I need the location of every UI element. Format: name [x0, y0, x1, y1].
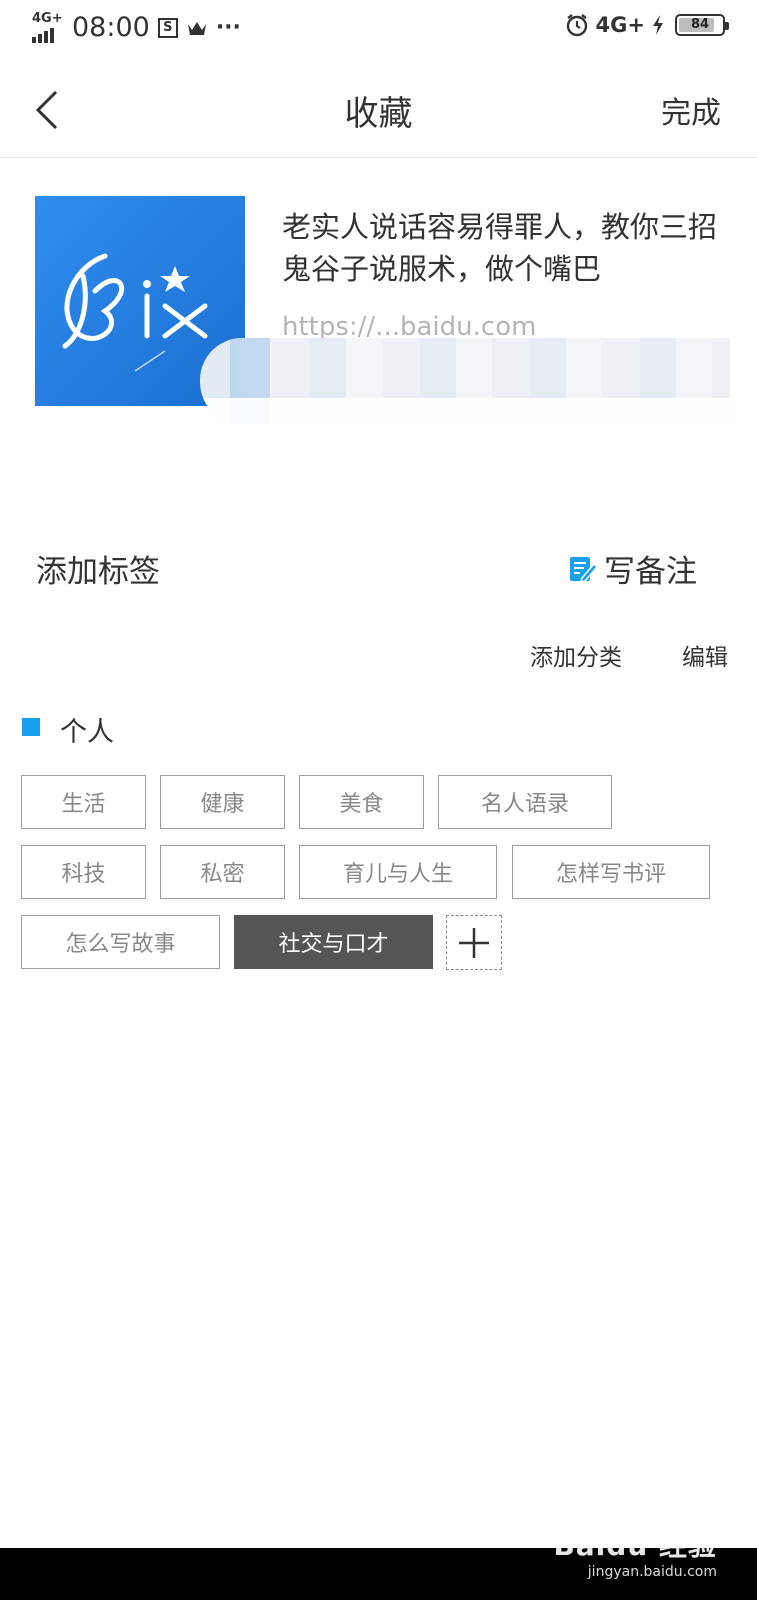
- lightning-icon: [653, 15, 663, 35]
- alarm-clock-icon: [566, 14, 587, 37]
- nav-bar: 收藏 完成: [0, 62, 757, 158]
- watermark-domain: jingyan.baidu.com: [587, 1564, 717, 1580]
- status-right: 4G+ 84: [564, 12, 729, 38]
- plus-icon: [459, 927, 489, 958]
- status-bar: 4G+ 08:00 S ··· 4G+ 84: [0, 0, 757, 62]
- write-note-label: 写备注: [604, 554, 697, 590]
- tag-chip[interactable]: 生活: [21, 775, 146, 829]
- article-title[interactable]: 老实人说话容易得罪人，教你三招鬼谷子说服术，做个嘴巴: [282, 206, 727, 290]
- more-icon: ···: [215, 15, 241, 40]
- watermark: Baidu 经验 jingyan.baidu.com: [553, 1524, 717, 1580]
- tag-chip-selected[interactable]: 社交与口才: [234, 915, 433, 969]
- section-marker: [22, 718, 40, 736]
- status-left: 4G+ 08:00 S ···: [32, 10, 241, 43]
- watermark-brand: Baidu 经验: [553, 1529, 717, 1562]
- status-time: 08:00: [72, 12, 150, 43]
- signal-icon: 4G+: [32, 10, 63, 43]
- tag-chip[interactable]: 怎样写书评: [512, 845, 710, 899]
- tag-chip[interactable]: 育儿与人生: [299, 845, 497, 899]
- tag-chip[interactable]: 健康: [160, 775, 285, 829]
- edit-button[interactable]: 编辑: [682, 638, 728, 672]
- tag-chip[interactable]: 科技: [21, 845, 146, 899]
- category-title-personal: 个人: [60, 717, 114, 748]
- tag-chip[interactable]: 怎么写故事: [21, 915, 220, 969]
- battery-indicator: 84: [675, 14, 729, 36]
- back-button[interactable]: [26, 80, 76, 140]
- s-app-icon: S: [157, 17, 178, 38]
- write-note-button[interactable]: 写备注: [568, 546, 697, 591]
- page-title: 收藏: [344, 94, 413, 134]
- edit-note-icon: [570, 556, 598, 583]
- battery-level: 84: [690, 17, 710, 32]
- add-category-button[interactable]: 添加分类: [530, 638, 622, 672]
- add-tag-label[interactable]: 添加标签: [36, 546, 160, 591]
- privacy-blur-mask: [200, 338, 730, 424]
- done-button[interactable]: 完成: [661, 88, 721, 132]
- crown-icon: [187, 21, 206, 35]
- tag-chip[interactable]: 私密: [160, 845, 285, 899]
- tag-chip[interactable]: 名人语录: [438, 775, 612, 829]
- network-type-left: 4G+: [32, 10, 63, 26]
- tag-chip[interactable]: 美食: [299, 775, 424, 829]
- chevron-left-icon: [35, 90, 58, 130]
- add-tag-button[interactable]: [446, 915, 502, 970]
- network-type-right: 4G+: [595, 13, 645, 37]
